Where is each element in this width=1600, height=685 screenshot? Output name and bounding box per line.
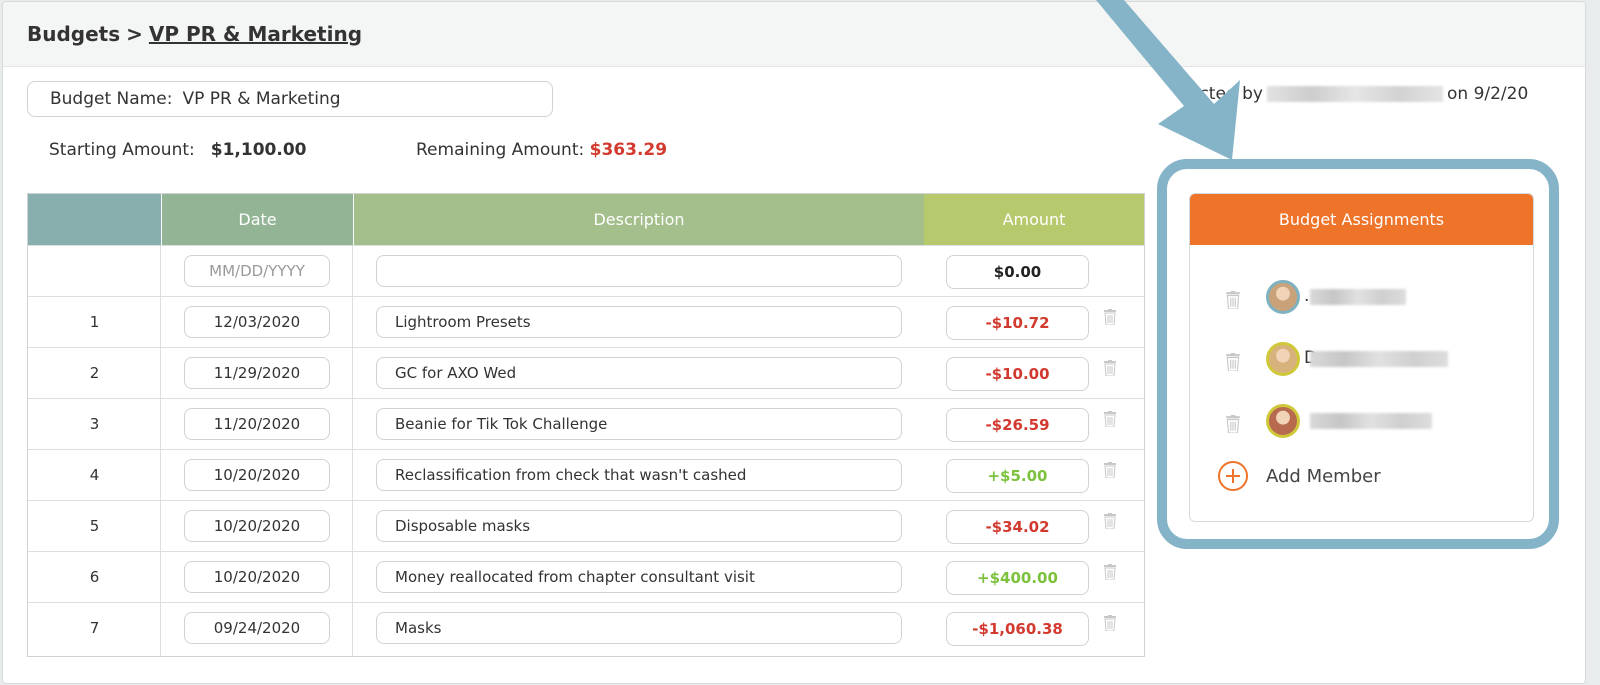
breadcrumb-root[interactable]: Budgets	[27, 22, 120, 46]
row-number: 4	[89, 466, 100, 484]
description-input[interactable]: Money reallocated from chapter consultan…	[376, 561, 902, 593]
date-input[interactable]: 10/20/2020	[184, 561, 330, 593]
col-header-amount: Amount	[924, 194, 1144, 245]
transactions-table: Date Description Amount MM/DD/YYYY $0.00…	[27, 193, 1145, 657]
table-row: 6 10/20/2020 Money reallocated from chapte…	[28, 551, 1144, 602]
avatar	[1266, 342, 1300, 376]
trash-icon[interactable]	[1104, 462, 1116, 479]
trash-icon[interactable]	[1104, 513, 1116, 530]
amount-input[interactable]: -$34.02	[946, 510, 1089, 544]
remaining-amount-label: Remaining Amount:	[416, 140, 585, 160]
trash-icon[interactable]	[1104, 411, 1116, 428]
row-number: 5	[89, 517, 100, 535]
trash-icon[interactable]	[1226, 291, 1240, 310]
created-by-prefix: ected by	[1189, 84, 1263, 104]
trash-icon[interactable]	[1226, 415, 1240, 434]
assigned-member: .	[1226, 280, 1526, 320]
trash-icon[interactable]	[1104, 309, 1116, 326]
date-input[interactable]: 10/20/2020	[184, 510, 330, 542]
row-number: 7	[89, 619, 100, 637]
table-header: Date Description Amount	[28, 194, 1144, 245]
description-input[interactable]: Reclassification from check that wasn't …	[376, 459, 902, 491]
amount-input[interactable]: -$10.72	[946, 306, 1089, 340]
starting-amount-label: Starting Amount:	[49, 140, 195, 160]
blurred-member-name	[1310, 413, 1432, 429]
col-header-description: Description	[353, 194, 924, 245]
trash-icon[interactable]	[1104, 564, 1116, 581]
blurred-member-name	[1310, 289, 1406, 305]
row-number: 3	[89, 415, 100, 433]
row-number: 2	[89, 364, 100, 382]
page-header: Budgets > VP PR & Marketing	[3, 2, 1585, 67]
date-input[interactable]: 09/24/2020	[184, 612, 330, 644]
add-member-button[interactable]: Add Member	[1218, 461, 1381, 491]
date-input[interactable]: 10/20/2020	[184, 459, 330, 491]
description-input[interactable]: Beanie for Tik Tok Challenge	[376, 408, 902, 440]
budget-name-label: Budget Name:	[50, 89, 173, 109]
blurred-member-name	[1310, 351, 1448, 367]
table-row: 3 11/20/2020 Beanie for Tik Tok Challenge -…	[28, 398, 1144, 449]
new-amount-input[interactable]: $0.00	[946, 255, 1089, 289]
breadcrumb-separator: >	[126, 22, 143, 46]
table-row: 7 09/24/2020 Masks -$1,060.38	[28, 602, 1144, 653]
created-by: ected by on 9/2/20	[1189, 84, 1528, 104]
amount-input[interactable]: -$1,060.38	[946, 612, 1089, 646]
date-input[interactable]: 12/03/2020	[184, 306, 330, 338]
table-row: 4 10/20/2020 Reclassification from check t…	[28, 449, 1144, 500]
blurred-creator-name	[1266, 86, 1443, 102]
starting-amount-value: $1,100.00	[210, 140, 307, 160]
member-initial: .	[1304, 286, 1310, 306]
description-input[interactable]: Disposable masks	[376, 510, 902, 542]
table-row: 1 12/03/2020 Lightroom Presets -$10.72	[28, 296, 1144, 347]
new-date-input[interactable]: MM/DD/YYYY	[184, 255, 330, 287]
assigned-member: D	[1226, 342, 1526, 382]
trash-icon[interactable]	[1104, 360, 1116, 377]
remaining-amount: Remaining Amount: $363.29	[416, 140, 667, 160]
description-input[interactable]: Lightroom Presets	[376, 306, 902, 338]
budget-assignments-card: Budget Assignments . D Add Member	[1189, 193, 1534, 522]
amounts-summary: Starting Amount: $1,100.00 Remaining Amou…	[49, 140, 667, 160]
budget-panel: Budgets > VP PR & Marketing Budget Name: VP…	[2, 1, 1586, 684]
date-input[interactable]: 11/20/2020	[184, 408, 330, 440]
budget-name-field[interactable]: Budget Name: VP PR & Marketing	[27, 81, 553, 117]
breadcrumb: Budgets > VP PR & Marketing	[27, 22, 362, 46]
remaining-amount-value: $363.29	[589, 140, 668, 160]
avatar	[1266, 280, 1300, 314]
amount-input[interactable]: -$10.00	[946, 357, 1089, 391]
budget-name-value: VP PR & Marketing	[182, 89, 341, 109]
amount-input[interactable]: +$5.00	[946, 459, 1089, 493]
row-number: 6	[89, 568, 100, 586]
table-row: 2 11/29/2020 GC for AXO Wed -$10.00	[28, 347, 1144, 398]
breadcrumb-current[interactable]: VP PR & Marketing	[149, 22, 362, 46]
assignments-title: Budget Assignments	[1190, 194, 1533, 245]
trash-icon[interactable]	[1226, 353, 1240, 372]
trash-icon[interactable]	[1104, 615, 1116, 632]
amount-input[interactable]: -$26.59	[946, 408, 1089, 442]
amount-input[interactable]: +$400.00	[946, 561, 1089, 595]
add-member-label: Add Member	[1266, 465, 1381, 487]
row-number: 1	[89, 313, 100, 331]
date-input[interactable]: 11/29/2020	[184, 357, 330, 389]
avatar	[1266, 404, 1300, 438]
new-transaction-row: MM/DD/YYYY $0.00	[28, 245, 1144, 296]
assigned-member	[1226, 404, 1526, 444]
description-input[interactable]: GC for AXO Wed	[376, 357, 902, 389]
col-header-date: Date	[161, 194, 353, 245]
new-description-input[interactable]	[376, 255, 902, 287]
created-by-suffix: on 9/2/20	[1446, 84, 1529, 104]
description-input[interactable]: Masks	[376, 612, 902, 644]
col-header-index	[28, 194, 161, 245]
plus-circle-icon	[1218, 461, 1248, 491]
table-row: 5 10/20/2020 Disposable masks -$34.02	[28, 500, 1144, 551]
